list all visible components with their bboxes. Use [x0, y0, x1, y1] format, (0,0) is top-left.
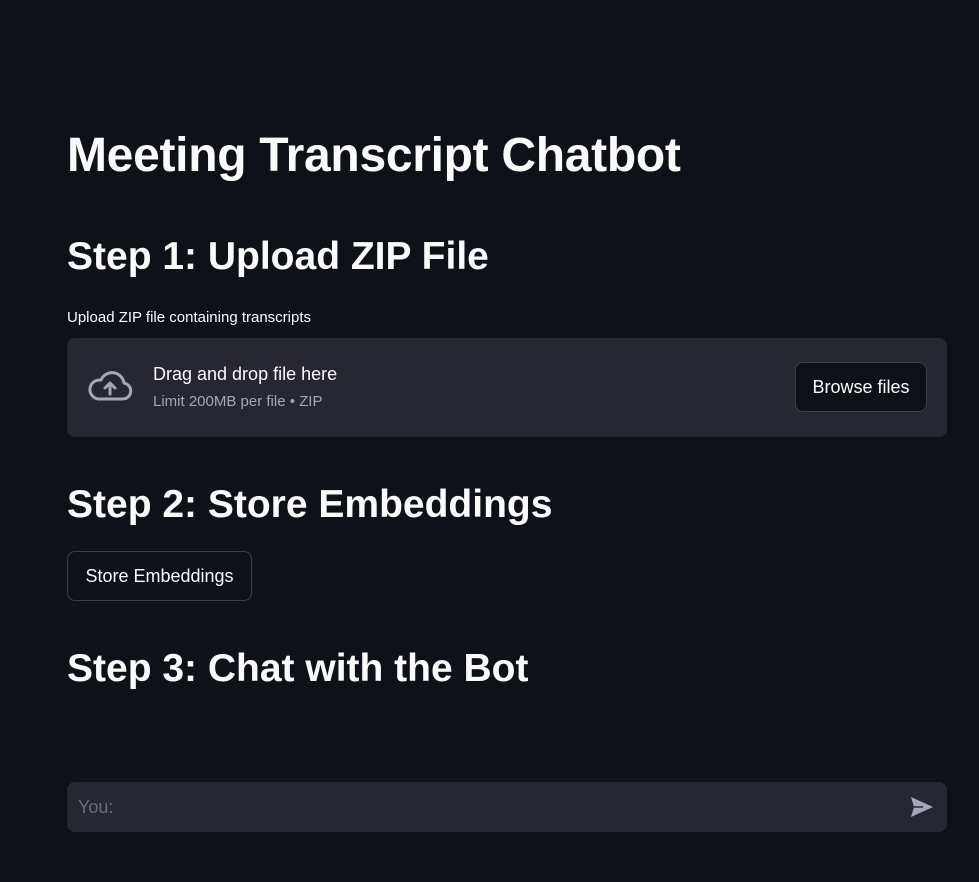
cloud-upload-icon [88, 371, 133, 401]
dropzone-limit: Limit 200MB per file • ZIP [153, 393, 323, 410]
step3-heading: Step 3: Chat with the Bot [67, 647, 529, 690]
uploader-label: Upload ZIP file containing transcripts [67, 309, 312, 326]
app-root: Meeting Transcript Chatbot Step 1: Uploa… [0, 0, 979, 882]
send-icon[interactable] [909, 795, 935, 819]
store-embeddings-button[interactable]: Store Embeddings [67, 551, 252, 601]
browse-files-button[interactable]: Browse files [795, 362, 927, 412]
page-title: Meeting Transcript Chatbot [67, 129, 681, 182]
chat-input-container [67, 782, 947, 832]
step1-heading: Step 1: Upload ZIP File [67, 235, 489, 278]
chat-input[interactable] [67, 782, 887, 832]
dropzone-instruction: Drag and drop file here [153, 364, 338, 384]
file-dropzone[interactable]: Drag and drop file here Limit 200MB per … [67, 338, 947, 437]
dropzone-text: Drag and drop file here Limit 200MB per … [153, 362, 337, 412]
step2-heading: Step 2: Store Embeddings [67, 483, 553, 526]
